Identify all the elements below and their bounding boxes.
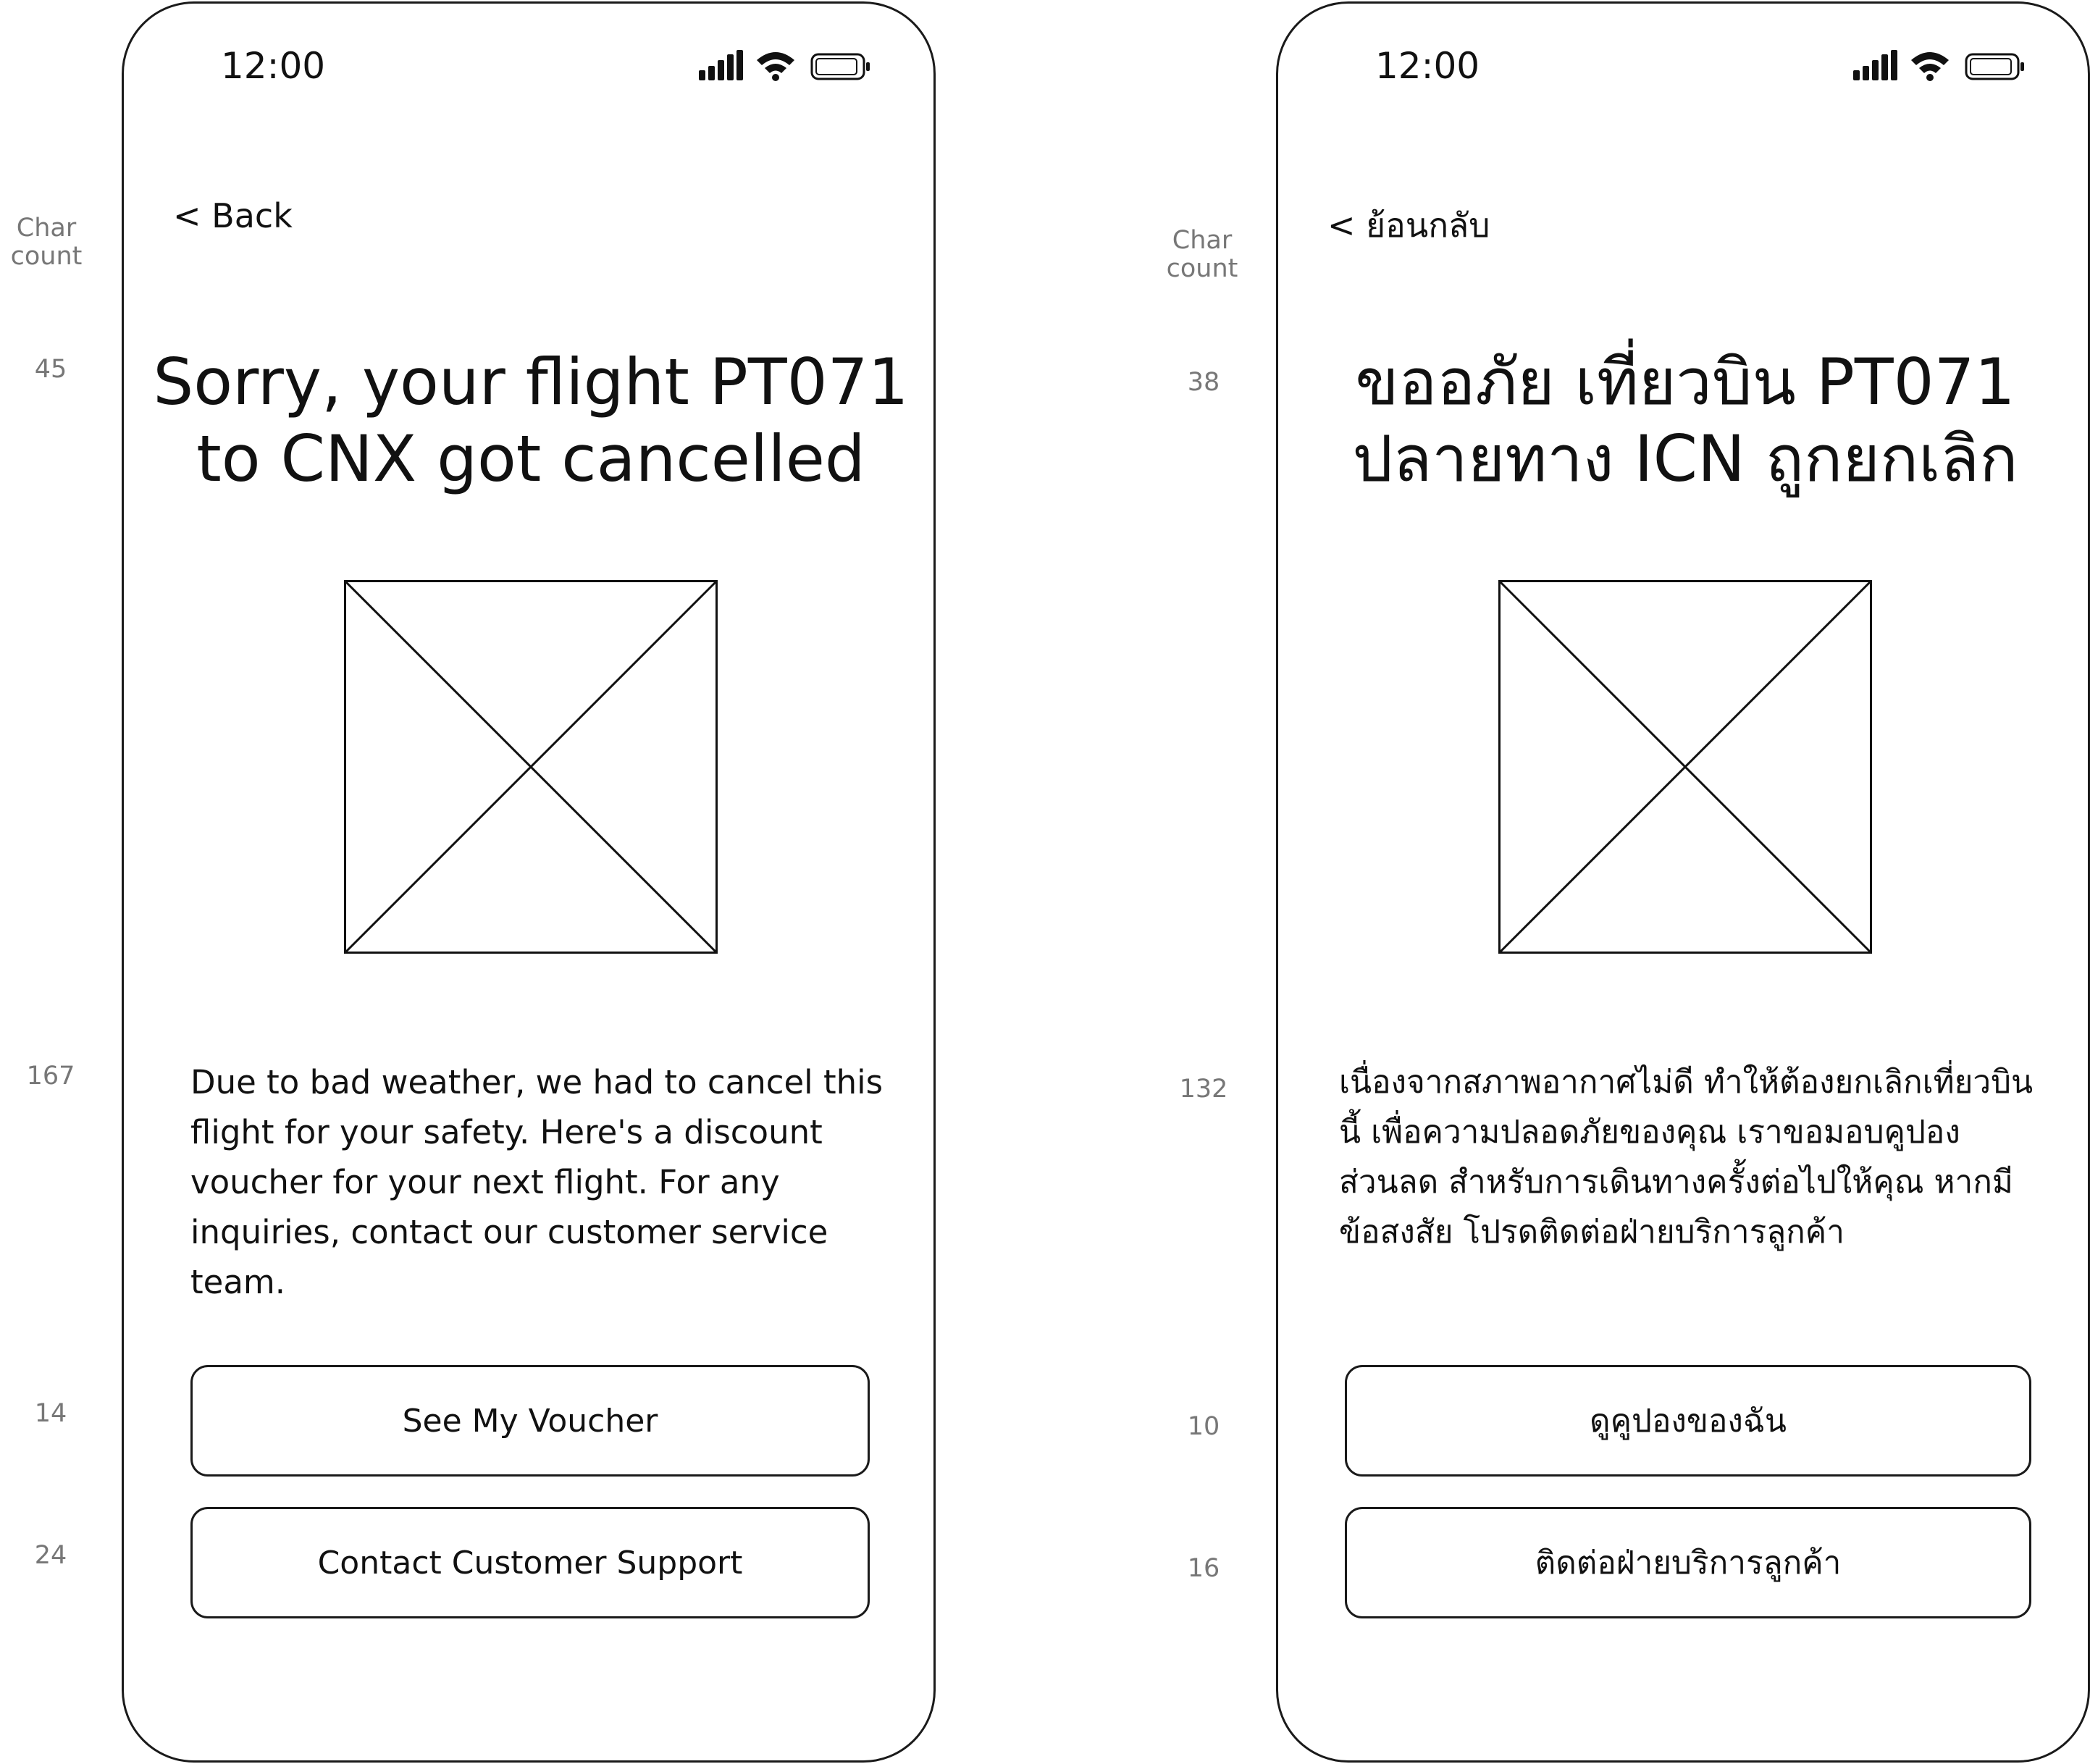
signal-icon [1853, 50, 1897, 80]
char-count-label-line1: Char [16, 214, 77, 243]
signal-icon [699, 50, 743, 80]
page-title-line2: ปลายทาง ICN ถูกยกเลิก [1352, 421, 2018, 496]
page-title-line1: Sorry, your flight PT071 [153, 345, 909, 419]
back-button[interactable]: < Back [173, 196, 293, 236]
contact-support-button[interactable]: ติดต่อฝ่ายบริการลูกค้า [1345, 1507, 2031, 1618]
char-count-label-line2: count [10, 242, 83, 271]
see-voucher-button-label: See My Voucher [402, 1402, 658, 1440]
image-placeholder-icon [344, 580, 718, 954]
char-count-header: Char count [0, 214, 97, 271]
char-count-header: Char count [1151, 227, 1253, 283]
char-count-headline: 45 [34, 355, 67, 384]
body-text: เนื่องจากสภาพอากาศไม่ดี ทำให้ต้องยกเลิกเ… [1339, 1064, 2034, 1251]
char-count-body: 167 [26, 1062, 75, 1091]
phone-frame-thai: 12:00 < ย้อนกลับ ขออภัย เที่ยวบิน PT071 … [1276, 1, 2090, 1763]
battery-icon [810, 53, 870, 80]
page-title-line1: ขออภัย เที่ยวบิน PT071 [1355, 345, 2015, 419]
char-count-label-line2: count [1166, 254, 1238, 283]
status-time: 12:00 [1375, 45, 1480, 87]
see-voucher-button[interactable]: ดูคูปองของฉัน [1345, 1365, 2031, 1477]
image-placeholder-icon [1498, 580, 1872, 954]
status-icons [699, 50, 871, 82]
char-count-primary-button: 10 [1187, 1412, 1220, 1441]
char-count-headline: 38 [1187, 368, 1220, 397]
page-title: ขออภัย เที่ยวบิน PT071 ปลายทาง ICN ถูกยก… [1307, 344, 2063, 497]
phone-frame-english: 12:00 < Back Sorry, your flight PT071 to… [122, 1, 936, 1763]
char-count-secondary-button: 24 [34, 1541, 67, 1570]
char-count-secondary-button: 16 [1187, 1554, 1220, 1583]
status-icons [1853, 50, 2026, 82]
wifi-icon [757, 52, 794, 81]
body-text: Due to bad weather, we had to cancel thi… [190, 1063, 884, 1301]
char-count-label-line1: Char [1172, 226, 1233, 255]
contact-support-button-label: ติดต่อฝ่ายบริการลูกค้า [1535, 1545, 1842, 1582]
status-time: 12:00 [221, 45, 326, 87]
see-voucher-button[interactable]: See My Voucher [190, 1365, 870, 1477]
back-button[interactable]: < ย้อนกลับ [1327, 205, 1490, 245]
battery-icon [1965, 53, 2024, 80]
see-voucher-button-label: ดูคูปองของฉัน [1590, 1403, 1787, 1440]
char-count-body: 132 [1179, 1075, 1228, 1104]
contact-support-button-label: Contact Customer Support [317, 1544, 743, 1582]
wifi-icon [1911, 52, 1949, 81]
char-count-primary-button: 14 [34, 1399, 67, 1428]
page-title-line2: to CNX got cancelled [196, 421, 865, 496]
contact-support-button[interactable]: Contact Customer Support [190, 1507, 870, 1618]
page-title: Sorry, your flight PT071 to CNX got canc… [153, 344, 909, 497]
